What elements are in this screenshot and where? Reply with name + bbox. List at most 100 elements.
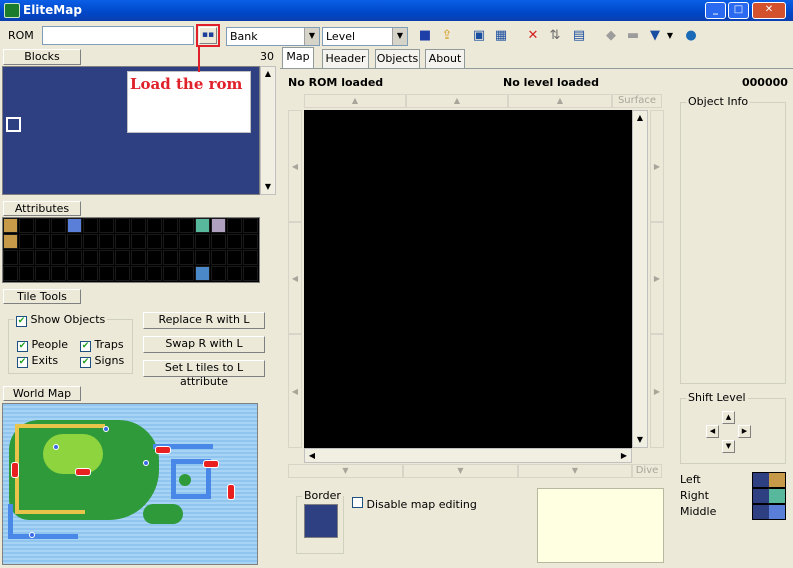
surface-button[interactable]: Surface bbox=[612, 94, 662, 108]
attribute-cell[interactable] bbox=[211, 234, 226, 249]
attribute-cell[interactable] bbox=[131, 234, 146, 249]
attribute-cell[interactable] bbox=[195, 234, 210, 249]
shift-right-arrow-3[interactable]: ▶ bbox=[650, 334, 664, 448]
shift-level-left-button[interactable]: ◀ bbox=[706, 425, 719, 438]
world-map-canvas[interactable] bbox=[2, 403, 258, 565]
shift-level-right-button[interactable]: ▶ bbox=[738, 425, 751, 438]
attribute-cell[interactable] bbox=[227, 266, 242, 281]
attribute-cell[interactable] bbox=[131, 250, 146, 265]
traps-checkbox[interactable] bbox=[80, 341, 91, 352]
attribute-cell[interactable] bbox=[147, 250, 162, 265]
attribute-cell[interactable] bbox=[99, 234, 114, 249]
attribute-cell[interactable] bbox=[195, 266, 210, 281]
tab-about[interactable]: About bbox=[425, 49, 465, 68]
attribute-cell[interactable] bbox=[195, 250, 210, 265]
show-objects-checkbox[interactable] bbox=[16, 316, 27, 327]
shift-up-arrow-2[interactable]: ▲ bbox=[406, 94, 508, 108]
attribute-cell[interactable] bbox=[147, 234, 162, 249]
disable-editing-checkbox[interactable] bbox=[352, 497, 363, 508]
image-icon[interactable]: ▣ bbox=[470, 27, 488, 45]
shift-up-arrow-1[interactable]: ▲ bbox=[304, 94, 406, 108]
note-icon[interactable]: ▬ bbox=[624, 27, 642, 45]
chevron-up-icon[interactable]: ▲ bbox=[633, 111, 647, 125]
attribute-cell[interactable] bbox=[83, 218, 98, 233]
map-canvas[interactable] bbox=[304, 110, 632, 448]
maximize-button[interactable]: □ bbox=[728, 2, 749, 19]
minimize-button[interactable]: _ bbox=[705, 2, 726, 19]
attribute-cell[interactable] bbox=[3, 266, 18, 281]
swap-r-with-l-button[interactable]: Swap R with L bbox=[143, 336, 265, 353]
shift-down-arrow-1[interactable]: ▼ bbox=[288, 464, 403, 478]
attribute-cell[interactable] bbox=[19, 266, 34, 281]
attribute-cell[interactable] bbox=[147, 218, 162, 233]
attribute-cell[interactable] bbox=[35, 266, 50, 281]
middle-tile-swatch[interactable] bbox=[752, 504, 786, 520]
attribute-cell[interactable] bbox=[19, 218, 34, 233]
attribute-cell[interactable] bbox=[243, 218, 258, 233]
chevron-right-icon[interactable]: ▶ bbox=[617, 449, 631, 462]
save-icon[interactable]: ■ bbox=[416, 27, 434, 45]
attribute-cell[interactable] bbox=[115, 250, 130, 265]
attribute-cell[interactable] bbox=[163, 266, 178, 281]
map-town-marker[interactable] bbox=[53, 444, 59, 450]
blocks-scrollbar[interactable]: ▲ ▼ bbox=[260, 66, 276, 195]
attribute-cell[interactable] bbox=[115, 266, 130, 281]
attribute-cell[interactable] bbox=[243, 266, 258, 281]
attribute-cell[interactable] bbox=[3, 234, 18, 249]
attribute-cell[interactable] bbox=[51, 218, 66, 233]
chevron-up-icon[interactable]: ▲ bbox=[261, 67, 275, 81]
shift-level-up-button[interactable]: ▲ bbox=[722, 411, 735, 424]
attribute-cell[interactable] bbox=[3, 250, 18, 265]
attribute-cell[interactable] bbox=[51, 250, 66, 265]
map-vertical-scrollbar[interactable]: ▲ ▼ bbox=[632, 110, 648, 448]
chevron-down-icon[interactable]: ▼ bbox=[633, 433, 647, 447]
level-select[interactable]: Level ▼ bbox=[322, 27, 408, 46]
close-button[interactable]: ✕ bbox=[752, 2, 786, 19]
shift-left-arrow-2[interactable]: ◀ bbox=[288, 222, 302, 334]
paste-icon[interactable]: ◆ bbox=[602, 27, 620, 45]
load-rom-button[interactable]: ▪▪ bbox=[199, 27, 217, 44]
shift-right-arrow-2[interactable]: ▶ bbox=[650, 222, 664, 334]
people-checkbox[interactable] bbox=[17, 341, 28, 352]
attribute-cell[interactable] bbox=[243, 250, 258, 265]
attribute-cell[interactable] bbox=[35, 234, 50, 249]
chevron-left-icon[interactable]: ◀ bbox=[305, 449, 319, 462]
signs-checkbox[interactable] bbox=[80, 357, 91, 368]
attribute-cell[interactable] bbox=[131, 266, 146, 281]
attribute-cell[interactable] bbox=[115, 218, 130, 233]
rom-path-input[interactable] bbox=[42, 26, 194, 45]
map-city-marker[interactable] bbox=[11, 462, 19, 478]
attribute-cell[interactable] bbox=[163, 218, 178, 233]
show-objects-toggle[interactable]: Show Objects bbox=[14, 313, 108, 327]
traps-option[interactable]: Traps bbox=[80, 338, 124, 352]
map-city-marker[interactable] bbox=[75, 468, 91, 476]
bank-select[interactable]: Bank ▼ bbox=[226, 27, 320, 46]
attribute-cell[interactable] bbox=[243, 234, 258, 249]
attribute-cell[interactable] bbox=[3, 218, 18, 233]
attribute-cell[interactable] bbox=[83, 266, 98, 281]
attribute-cell[interactable] bbox=[99, 250, 114, 265]
attribute-cell[interactable] bbox=[83, 250, 98, 265]
attribute-cell[interactable] bbox=[51, 234, 66, 249]
attribute-cell[interactable] bbox=[67, 218, 82, 233]
attribute-cell[interactable] bbox=[67, 234, 82, 249]
dropdown-arrow-icon[interactable]: ▼ bbox=[665, 27, 675, 45]
replace-r-with-l-button[interactable]: Replace R with L bbox=[143, 312, 265, 329]
attribute-cell[interactable] bbox=[67, 266, 82, 281]
attribute-cell[interactable] bbox=[163, 234, 178, 249]
map-town-marker[interactable] bbox=[103, 426, 109, 432]
attribute-cell[interactable] bbox=[35, 250, 50, 265]
attribute-cell[interactable] bbox=[227, 218, 242, 233]
attribute-cell[interactable] bbox=[179, 218, 194, 233]
attribute-cell[interactable] bbox=[67, 250, 82, 265]
sort-icon[interactable]: ⇅ bbox=[546, 27, 564, 45]
attribute-cell[interactable] bbox=[51, 266, 66, 281]
attribute-cell[interactable] bbox=[179, 234, 194, 249]
attribute-cell[interactable] bbox=[35, 218, 50, 233]
shift-left-arrow-3[interactable]: ◀ bbox=[288, 334, 302, 448]
attribute-cell[interactable] bbox=[19, 250, 34, 265]
border-preview[interactable] bbox=[304, 504, 338, 538]
attribute-cell[interactable] bbox=[83, 234, 98, 249]
grid-view-icon[interactable]: ▦ bbox=[492, 27, 510, 45]
dive-button[interactable]: Dive bbox=[632, 464, 662, 478]
